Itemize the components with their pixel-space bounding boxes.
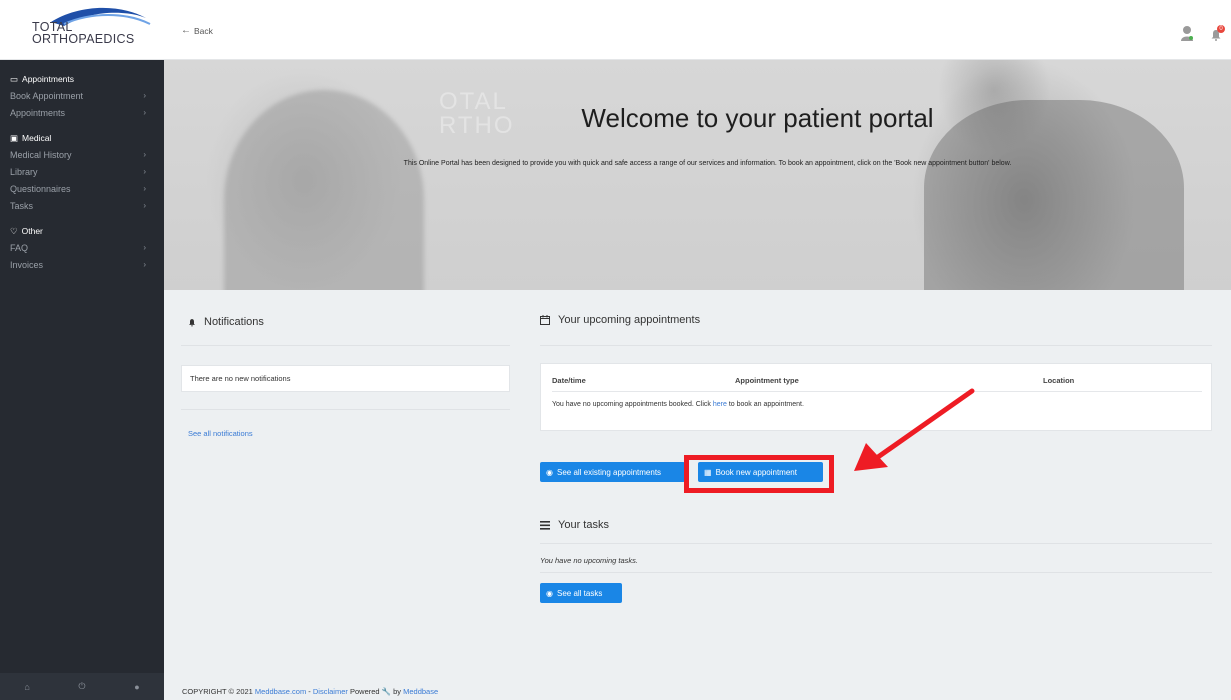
sidebar-group-appointments: ▭ Appointments Book Appointment › Appointmen…	[0, 71, 164, 121]
calendar-icon	[540, 315, 550, 325]
notifications-heading: Notifications	[188, 316, 264, 328]
user-icon[interactable]: ●	[134, 682, 139, 692]
notifications-title: Notifications	[204, 316, 264, 328]
sidebar-group-medical: ▣ Medical Medical History › Library › Question…	[0, 130, 164, 214]
sidebar-item-questionnaires[interactable]: Questionnaires ›	[10, 180, 164, 197]
sidebar: ▭ Appointments Book Appointment › Appointmen…	[0, 60, 164, 700]
power-icon[interactable]: ⏻	[78, 681, 85, 692]
tasks-empty-message: You have no upcoming tasks.	[540, 556, 638, 565]
back-label: Back	[194, 25, 213, 36]
wrench-icon: 🔧	[381, 687, 392, 696]
tasks-title: Your tasks	[558, 519, 609, 531]
eye-icon: ◉	[546, 467, 553, 477]
chevron-right-icon: ›	[143, 201, 146, 210]
notification-badge: 0	[1217, 25, 1225, 33]
sidebar-item-appointments[interactable]: Appointments ›	[10, 104, 164, 121]
red-arrow-annotation	[854, 388, 975, 471]
divider	[540, 572, 1212, 573]
see-all-notifications-link[interactable]: See all notifications	[188, 429, 253, 438]
chevron-right-icon: ›	[143, 184, 146, 193]
sidebar-item-library[interactable]: Library ›	[10, 163, 164, 180]
chevron-right-icon: ›	[143, 108, 146, 117]
user-avatar-icon[interactable]	[1180, 25, 1194, 41]
chevron-right-icon: ›	[143, 91, 146, 100]
sidebar-item-medical-history[interactable]: Medical History ›	[10, 146, 164, 163]
see-all-tasks-label: See all tasks	[556, 588, 603, 598]
highlight-box	[684, 455, 834, 493]
sidebar-footer: ⌂ ⏻ ●	[0, 673, 164, 700]
appointments-heading: Your upcoming appointments	[540, 314, 700, 326]
sidebar-item-tasks[interactable]: Tasks ›	[10, 197, 164, 214]
tasks-heading: Your tasks	[540, 519, 609, 531]
disclaimer-link[interactable]: Disclaimer	[313, 687, 348, 696]
back-link[interactable]: ← Back	[181, 25, 213, 36]
column-header-appointment-type: Appointment type	[735, 376, 799, 385]
top-bar: TOTAL ORTHOPAEDICS ← Back 0	[0, 0, 1231, 60]
eye-icon: ◉	[546, 588, 553, 598]
see-existing-appointments-label: See all existing appointments	[556, 467, 662, 477]
sidebar-item-faq[interactable]: FAQ ›	[10, 239, 164, 256]
chevron-right-icon: ›	[143, 260, 146, 269]
sidebar-group-other: ♡ Other FAQ › Invoices ›	[0, 223, 164, 273]
column-header-location: Location	[1043, 376, 1075, 385]
appointments-title: Your upcoming appointments	[558, 314, 701, 326]
see-existing-appointments-button[interactable]: ◉ See all existing appointments	[540, 462, 685, 482]
notifications-empty-message: There are no new notifications	[181, 365, 510, 392]
divider	[540, 345, 1212, 346]
logo-line2: ORTHOPAEDICS	[32, 32, 135, 46]
page-title: Welcome to your patient portal	[581, 103, 934, 133]
arrow-left-icon: ←	[181, 25, 191, 36]
see-all-tasks-button[interactable]: ◉ See all tasks	[540, 583, 622, 603]
briefcase-medical-icon: ▣	[10, 132, 19, 143]
sidebar-heading: ♡ Other	[10, 225, 43, 237]
home-icon[interactable]: ⌂	[24, 682, 29, 692]
divider	[181, 345, 510, 346]
logo[interactable]: TOTAL ORTHOPAEDICS	[16, 4, 164, 56]
list-icon	[540, 520, 550, 530]
appointments-empty-message: You have no upcoming appointments booked…	[552, 401, 804, 408]
bell-icon	[189, 318, 195, 326]
divider	[540, 543, 1212, 544]
column-header-datetime: Date/time	[552, 376, 586, 385]
book-here-link[interactable]: here	[713, 401, 727, 408]
sidebar-heading: ▣ Medical	[10, 132, 52, 144]
page-subtitle: This Online Portal has been designed to …	[403, 160, 1012, 167]
divider	[181, 409, 510, 410]
chevron-right-icon: ›	[143, 243, 146, 252]
chevron-right-icon: ›	[143, 150, 146, 159]
hero-banner: OTAL RTHO Welcome to your patient portal…	[164, 60, 1231, 290]
sidebar-item-book-appointment[interactable]: Book Appointment ›	[10, 87, 164, 104]
sidebar-heading: ▭ Appointments	[10, 73, 75, 85]
calendar-icon: ▭	[10, 73, 19, 84]
sidebar-item-invoices[interactable]: Invoices ›	[10, 256, 164, 273]
meddbase-link[interactable]: Meddbase	[403, 687, 438, 696]
chevron-right-icon: ›	[143, 167, 146, 176]
sidebar-menu: ▭ Appointments Book Appointment › Appointmen…	[0, 60, 164, 273]
page-footer: COPYRIGHT © 2021 Meddbase.com - Disclaim…	[182, 687, 439, 696]
meddbase-com-link[interactable]: Meddbase.com	[255, 687, 306, 696]
heart-icon: ♡	[10, 225, 18, 236]
